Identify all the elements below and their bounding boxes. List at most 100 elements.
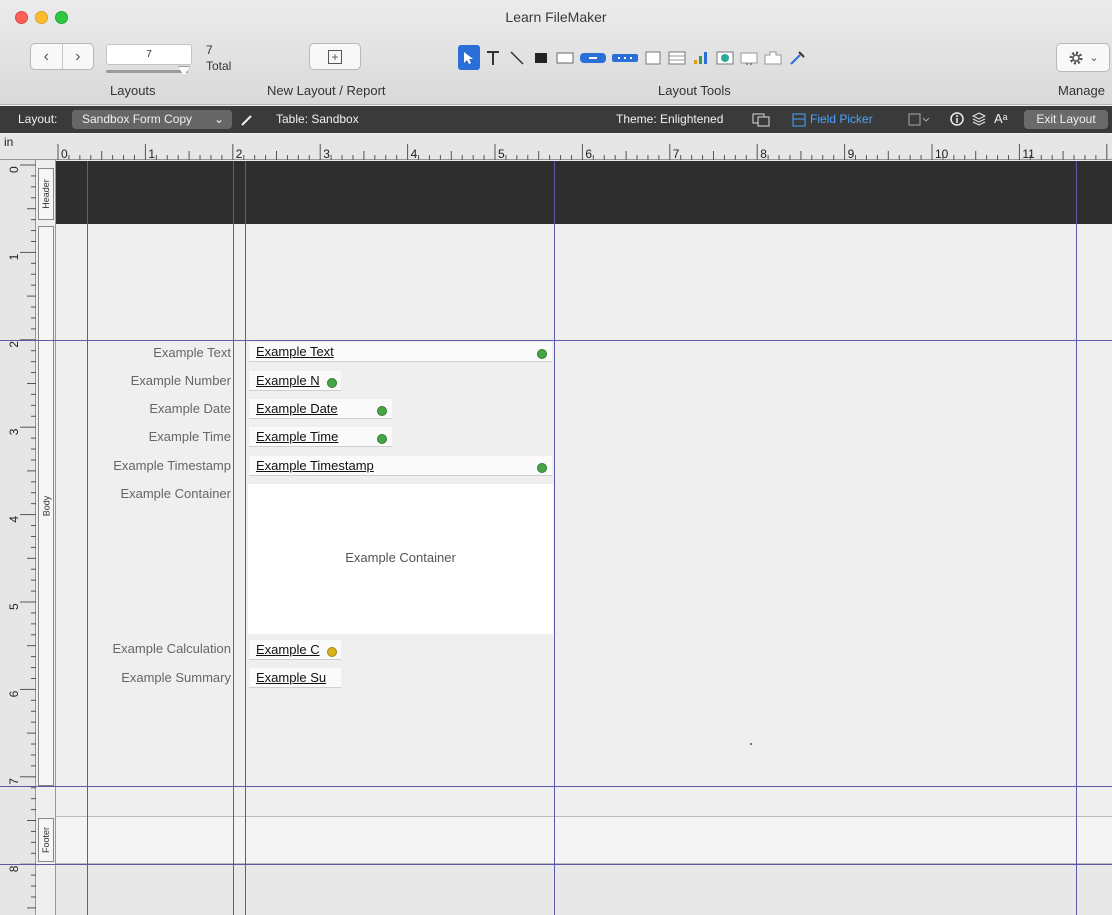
field-example-text[interactable]: Example Text: [249, 342, 552, 362]
field-example-timestamp[interactable]: Example Timestamp: [249, 456, 552, 476]
footer-part-tab[interactable]: Footer: [38, 818, 54, 862]
tab-control-icon: [764, 51, 782, 64]
slide-control-tool[interactable]: [738, 45, 760, 70]
button-bar-tool[interactable]: [610, 45, 640, 70]
button-tool[interactable]: [578, 45, 608, 70]
horizontal-guide[interactable]: [0, 786, 1112, 787]
tab-control-tool[interactable]: [762, 45, 784, 70]
field-tool[interactable]: [554, 45, 576, 70]
chevron-down-icon: ⌄: [213, 112, 224, 126]
field-example-container[interactable]: Example Container: [248, 484, 553, 634]
portal-tool[interactable]: [666, 45, 688, 70]
slide-control-icon: [740, 52, 758, 65]
pointer-tool[interactable]: [458, 45, 480, 70]
field-name: Example Text: [256, 344, 334, 359]
field-label-container[interactable]: Example Container: [120, 486, 231, 501]
previous-layout-button[interactable]: ‹: [31, 44, 63, 69]
field-label-text[interactable]: Example Text: [153, 345, 231, 360]
field-name: Example Date: [256, 401, 338, 416]
vertical-guide[interactable]: [87, 161, 88, 915]
exit-layout-button[interactable]: Exit Layout: [1024, 110, 1108, 129]
ruler-tick-label: 3: [323, 147, 330, 160]
ruler-tick-label: 7: [673, 147, 680, 160]
field-name: Example Time: [256, 429, 339, 444]
footer-part-label: Footer: [41, 826, 52, 854]
ruler-tick-label: 6: [7, 690, 21, 697]
field-name: Example N: [256, 373, 320, 388]
web-viewer-icon: [716, 51, 734, 64]
popover-icon: [645, 51, 661, 64]
layout-slider[interactable]: [106, 70, 188, 73]
part-color-icon[interactable]: [908, 113, 932, 127]
field-picker-button[interactable]: Field Picker: [810, 112, 873, 126]
theme-icon[interactable]: [752, 113, 770, 127]
ruler-tick-label: 0: [7, 166, 21, 173]
theme-label: Theme: Enlightened: [616, 112, 724, 126]
ruler-tick-label: 11: [1022, 147, 1035, 160]
window-title: Learn FileMaker: [505, 9, 607, 25]
vertical-guide[interactable]: [1076, 161, 1077, 915]
manage-button[interactable]: ⌄: [1056, 43, 1110, 72]
ruler-tick-label: 2: [7, 341, 21, 348]
field-label-calculation[interactable]: Example Calculation: [112, 641, 231, 656]
horizontal-ruler-ticks: in 0 1 2 3 4 5 6 7 8 9 10 11: [4, 135, 1108, 161]
filemaker-window: Learn FileMaker ‹ › 7 7 Total Layouts + …: [0, 0, 1112, 915]
ruler-tick-label: 9: [848, 147, 855, 160]
horizontal-guide[interactable]: [0, 864, 1112, 865]
field-label-time[interactable]: Example Time: [149, 429, 231, 444]
line-icon: [510, 50, 524, 65]
button-icon: [580, 52, 606, 63]
header-part-tab[interactable]: Header: [38, 168, 54, 220]
field-label-timestamp[interactable]: Example Timestamp: [113, 458, 231, 473]
vertical-guide[interactable]: [233, 161, 234, 915]
field-icon: [556, 52, 574, 63]
field-example-time[interactable]: Example Time: [249, 427, 392, 447]
chevron-down-icon: ⌄: [1089, 52, 1099, 64]
layout-canvas[interactable]: [56, 160, 1112, 915]
field-label-summary[interactable]: Example Summary: [121, 670, 231, 685]
field-label-date[interactable]: Example Date: [149, 401, 231, 416]
toolbar: Learn FileMaker ‹ › 7 7 Total Layouts + …: [0, 0, 1112, 105]
layout-number-field[interactable]: 7: [106, 44, 192, 65]
header-part-label: Header: [41, 179, 51, 209]
vertical-guide[interactable]: [554, 161, 555, 915]
objects-icon[interactable]: [972, 112, 986, 126]
field-label-number[interactable]: Example Number: [131, 373, 231, 388]
line-tool[interactable]: [506, 45, 528, 70]
ruler-tick-label: 5: [7, 603, 21, 610]
text-tool[interactable]: [482, 45, 504, 70]
footer-part[interactable]: [56, 816, 1112, 864]
field-example-date[interactable]: Example Date: [249, 399, 392, 419]
layout-navigation: ‹ ›: [30, 43, 94, 70]
font-size-icon[interactable]: Aᵃ: [994, 111, 1008, 126]
table-label: Table: Sandbox: [276, 112, 359, 126]
field-badge-icon: [537, 349, 547, 359]
plus-icon: +: [328, 49, 342, 64]
next-layout-button[interactable]: ›: [63, 44, 94, 69]
horizontal-guide[interactable]: [0, 340, 1112, 341]
field-example-summary[interactable]: Example Su: [249, 668, 341, 688]
stray-object[interactable]: [750, 743, 752, 745]
field-example-calculation[interactable]: Example C: [249, 640, 341, 660]
ruler-tick-label: 1: [7, 253, 21, 260]
ruler-tick-label: 10: [935, 147, 949, 160]
horizontal-ruler: in 0 1 2 3 4 5 6 7 8 9 10 11: [0, 134, 1112, 161]
body-part-tab[interactable]: Body: [38, 226, 54, 786]
rectangle-tool[interactable]: [530, 45, 552, 70]
vertical-guide[interactable]: [245, 161, 246, 915]
layout-bar: Layout: Sandbox Form Copy ⌄ Table: Sandb…: [0, 106, 1112, 133]
web-viewer-tool[interactable]: [714, 45, 736, 70]
format-painter-tool[interactable]: [786, 45, 808, 70]
new-layout-button[interactable]: +: [309, 43, 361, 70]
pencil-icon[interactable]: [240, 113, 254, 127]
header-part[interactable]: [56, 161, 1112, 224]
chart-tool[interactable]: [690, 45, 712, 70]
popover-tool[interactable]: [642, 45, 664, 70]
field-example-number[interactable]: Example N: [249, 371, 341, 391]
text-icon: [487, 50, 499, 65]
inspector-icon[interactable]: [950, 112, 964, 126]
ruler-tick-label: 8: [760, 147, 767, 160]
ruler-tick-label: 8: [7, 865, 21, 872]
layout-select[interactable]: Sandbox Form Copy ⌄: [72, 110, 232, 129]
manage-label: Manage: [1058, 83, 1105, 98]
